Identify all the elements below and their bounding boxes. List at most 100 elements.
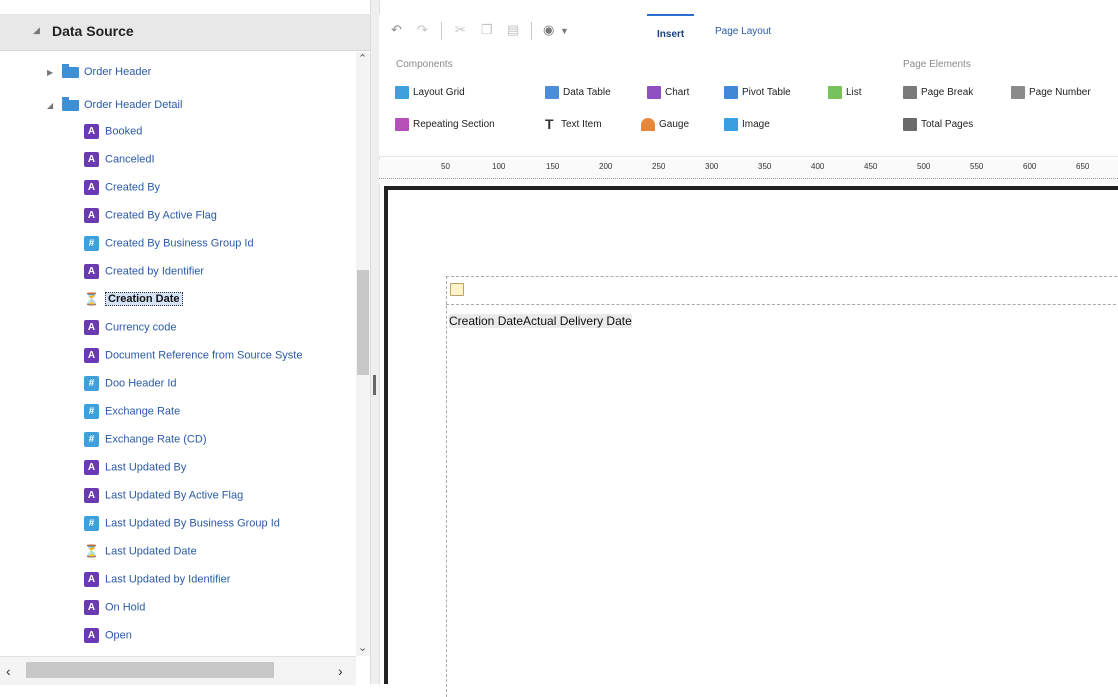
tab-page-layout[interactable]: Page Layout: [715, 26, 771, 37]
ribbon-label: Repeating Section: [413, 119, 495, 131]
expand-arrow-icon[interactable]: ▶: [47, 68, 53, 77]
cut-icon[interactable]: ✂: [455, 22, 466, 38]
total-pages-button[interactable]: Total Pages: [903, 118, 973, 131]
scrollbar-thumb[interactable]: [357, 270, 369, 375]
gauge-button[interactable]: Gauge: [641, 118, 689, 131]
text-field-icon: A: [84, 208, 99, 223]
ruler-tick-label: 650: [1076, 162, 1090, 171]
inserted-field-text[interactable]: Creation DateActual Delivery Date: [449, 314, 632, 328]
data-source-icon[interactable]: ◉: [543, 22, 554, 38]
field-label: Currency code: [105, 321, 177, 334]
ribbon-label: Gauge: [659, 119, 690, 131]
field-label: CanceledI: [105, 153, 155, 166]
splitter-grip[interactable]: [373, 375, 376, 395]
field-item-last-updated-date[interactable]: ⏳ Last Updated Date: [84, 544, 197, 564]
chart-icon: [647, 86, 661, 99]
folder-icon: [62, 63, 79, 78]
ribbon-label: Image: [742, 119, 770, 131]
ruler-tick-label: 100: [492, 162, 506, 171]
field-item-last-updated-by[interactable]: A Last Updated By: [84, 460, 186, 480]
text-field-icon: A: [84, 124, 99, 139]
text-field-icon: A: [84, 628, 99, 643]
ribbon-label: Total Pages: [921, 119, 974, 131]
ruler-tick-label: 250: [652, 162, 666, 171]
editor-toolbar: ↶ ↷ ✂ ❐ ▤ ◉ ▼ Insert Page Layout: [379, 14, 1118, 48]
field-item-created-by-business-group-id[interactable]: # Created By Business Group Id: [84, 236, 254, 256]
field-item-on-hold[interactable]: A On Hold: [84, 600, 145, 620]
scroll-down-icon[interactable]: ⌄: [358, 641, 367, 654]
field-item-creation-date[interactable]: ⏳ Creation Date: [84, 292, 183, 312]
page-number-icon: [1011, 86, 1025, 99]
field-item-exchange-rate[interactable]: # Exchange Rate: [84, 404, 180, 424]
field-label: Created By Business Group Id: [105, 237, 254, 250]
copy-icon[interactable]: ❐: [481, 22, 493, 38]
ribbon-label: Chart: [665, 87, 690, 99]
field-label: Document Reference from Source Syste: [105, 349, 303, 362]
total-pages-icon: [903, 118, 917, 131]
scroll-right-icon[interactable]: ›: [338, 663, 343, 679]
tree-horizontal-scrollbar[interactable]: ‹ ›: [0, 656, 356, 685]
text-field-icon: A: [84, 572, 99, 587]
data-table-button[interactable]: Data Table: [545, 86, 611, 99]
field-item-created-by-active-flag[interactable]: A Created By Active Flag: [84, 208, 217, 228]
pivot-table-button[interactable]: Pivot Table: [724, 86, 791, 99]
field-label: Created By Active Flag: [105, 209, 217, 222]
chart-button[interactable]: Chart: [647, 86, 689, 99]
tab-insert[interactable]: Insert: [647, 14, 695, 48]
undo-icon[interactable]: ↶: [391, 22, 402, 38]
data-source-header[interactable]: ◢ Data Source: [0, 14, 370, 51]
scroll-up-icon[interactable]: ⌃: [358, 52, 367, 65]
ruler-tick-label: 200: [599, 162, 613, 171]
ruler-tick-label: 150: [546, 162, 560, 171]
field-item-doo-header-id[interactable]: # Doo Header Id: [84, 376, 177, 396]
ruler-tick-label: 400: [811, 162, 825, 171]
image-button[interactable]: Image: [724, 118, 770, 131]
scroll-left-icon[interactable]: ‹: [6, 663, 11, 679]
field-item-open[interactable]: A Open: [84, 628, 132, 648]
text-field-icon: A: [84, 348, 99, 363]
page-elements-group-title: Page Elements: [903, 59, 971, 70]
field-label: On Hold: [105, 601, 146, 614]
text-field-icon: A: [84, 264, 99, 279]
field-item-last-updated-by-business-group-id[interactable]: # Last Updated By Business Group Id: [84, 516, 280, 536]
ruler-tick-label: 50: [441, 162, 450, 171]
layout-grid-button[interactable]: Layout Grid: [395, 86, 465, 99]
ruler-tick-label: 450: [864, 162, 878, 171]
ribbon-label: Pivot Table: [742, 87, 791, 99]
layout-grid-cell-icon[interactable]: [450, 283, 464, 296]
redo-icon[interactable]: ↷: [417, 22, 428, 38]
paste-icon[interactable]: ▤: [507, 22, 519, 38]
field-item-booked[interactable]: A Booked: [84, 124, 142, 144]
tree-folder-order-header-detail[interactable]: ◢ Order Header Detail: [47, 96, 182, 119]
collapse-arrow-icon[interactable]: ◢: [47, 101, 53, 110]
text-item-button[interactable]: T Text Item: [545, 117, 602, 131]
page-break-icon: [903, 86, 917, 99]
text-field-icon: A: [84, 180, 99, 195]
chevron-down-icon[interactable]: ▼: [560, 26, 569, 36]
field-item-document-reference[interactable]: A Document Reference from Source Syste: [84, 348, 302, 368]
field-item-canceled[interactable]: A CanceledI: [84, 152, 155, 172]
field-item-last-updated-by-active-flag[interactable]: A Last Updated By Active Flag: [84, 488, 243, 508]
collapse-triangle-icon[interactable]: ◢: [33, 25, 40, 36]
field-item-created-by-identifier[interactable]: A Created by Identifier: [84, 264, 204, 284]
layout-canvas[interactable]: Creation DateActual Delivery Date: [384, 186, 1118, 697]
page-break-button[interactable]: Page Break: [903, 86, 973, 99]
repeating-section-icon: [395, 118, 409, 131]
field-item-created-by[interactable]: A Created By: [84, 180, 160, 200]
page-number-button[interactable]: Page Number: [1011, 86, 1091, 99]
field-label: Last Updated by Identifier: [105, 573, 231, 586]
page-body-area[interactable]: [446, 276, 1118, 697]
field-item-last-updated-by-identifier[interactable]: A Last Updated by Identifier: [84, 572, 230, 592]
field-item-currency-code[interactable]: A Currency code: [84, 320, 177, 340]
toolbar-divider: [531, 22, 532, 40]
text-field-icon: A: [84, 152, 99, 167]
scrollbar-thumb[interactable]: [26, 662, 274, 678]
components-group-title: Components: [396, 59, 453, 70]
field-item-exchange-rate-cd[interactable]: # Exchange Rate (CD): [84, 432, 207, 452]
tree-folder-order-header[interactable]: ▶ Order Header: [47, 63, 151, 86]
repeating-section-button[interactable]: Repeating Section: [395, 118, 495, 131]
ribbon-label: Text Item: [561, 119, 602, 131]
field-label: Created by Identifier: [105, 265, 205, 278]
list-button[interactable]: List: [828, 86, 862, 99]
tree-vertical-scrollbar[interactable]: ⌃ ⌄: [356, 52, 370, 656]
